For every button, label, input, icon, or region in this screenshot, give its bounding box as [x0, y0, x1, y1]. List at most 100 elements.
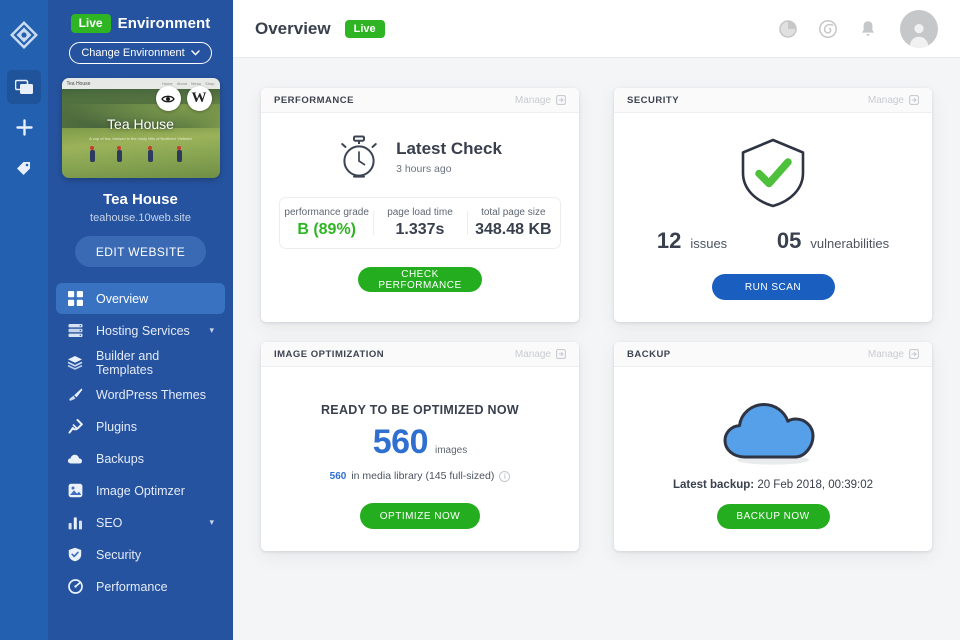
- edit-website-button[interactable]: EDIT WEBSITE: [75, 236, 206, 267]
- change-environment-button[interactable]: Change Environment: [69, 42, 212, 64]
- card-body: Latest Check 3 hours ago performance gra…: [261, 113, 579, 322]
- environment-row: Live Environment: [70, 14, 211, 33]
- wordpress-icon: W: [191, 90, 207, 106]
- chevron-down-icon[interactable]: ▾: [209, 517, 214, 528]
- rail-item-tags[interactable]: [7, 150, 41, 184]
- preview-site-button[interactable]: [155, 86, 181, 111]
- brush-icon: [65, 387, 85, 403]
- security-stat-issues: 12 issues: [657, 228, 727, 254]
- card-image-optimization: IMAGE OPTIMIZATION Manage READY TO BE OP…: [261, 342, 579, 551]
- sidebar-item-label: Backups: [96, 451, 144, 466]
- sidebar-item-label: Overview: [96, 291, 149, 306]
- bar-chart-icon: [65, 515, 85, 531]
- latest-check-heading: Latest Check: [396, 139, 502, 158]
- card-title: SECURITY: [627, 94, 680, 106]
- status-badge: Live: [344, 19, 385, 38]
- sidebar-item-seo[interactable]: SEO ▾: [56, 507, 225, 538]
- backup-now-button[interactable]: BACKUP NOW: [716, 504, 830, 529]
- metric-value: B (89%): [297, 221, 356, 238]
- gauge-icon: [65, 579, 85, 595]
- image-optimization-title: READY TO BE OPTIMIZED NOW: [320, 403, 520, 417]
- optimizable-count: 560: [372, 423, 429, 461]
- open-external-icon: [909, 349, 919, 359]
- environment-label: Environment: [117, 15, 211, 32]
- manage-performance-link[interactable]: Manage: [515, 95, 566, 106]
- grid-icon: [65, 291, 85, 307]
- metric-label: page load time: [387, 207, 453, 218]
- sidebar-item-label: Image Optimzer: [96, 483, 185, 498]
- sidebar-item-performance[interactable]: Performance: [56, 571, 225, 602]
- optimize-now-button[interactable]: OPTIMIZE NOW: [360, 503, 480, 529]
- latest-check-text: Latest Check 3 hours ago: [396, 139, 502, 175]
- check-performance-button[interactable]: CHECK PERFORMANCE: [358, 267, 482, 292]
- latest-check-row: Latest Check 3 hours ago: [338, 135, 502, 179]
- pie-chart-icon[interactable]: [778, 19, 798, 39]
- websites-icon: [14, 79, 33, 94]
- avatar[interactable]: [900, 9, 938, 48]
- website-thumbnail[interactable]: Tea House Home About Menu Shop Tea House…: [61, 78, 220, 178]
- open-external-icon: [909, 95, 919, 105]
- sidebar: Live Environment Change Environment Tea …: [48, 0, 233, 640]
- latest-backup-timestamp: 20 Feb 2018, 00:39:02: [757, 479, 874, 491]
- stat-label: vulnerabilities: [810, 236, 890, 251]
- stat-label: issues: [690, 236, 728, 251]
- cloud-icon: [65, 451, 85, 467]
- manage-image-optimization-link[interactable]: Manage: [515, 349, 566, 360]
- page-title: Overview: [255, 18, 331, 38]
- media-library-note: 560 in media library (145 full-sized) i: [330, 470, 511, 482]
- info-icon[interactable]: i: [499, 470, 511, 482]
- wordpress-admin-button[interactable]: W: [186, 86, 212, 111]
- card-body: READY TO BE OPTIMIZED NOW 560 images 560…: [261, 367, 579, 551]
- run-scan-button[interactable]: RUN SCAN: [711, 274, 835, 300]
- cards-grid: PERFORMANCE Manage Latest Check 3 hours …: [261, 88, 932, 551]
- optimizable-unit: images: [434, 445, 468, 456]
- sidebar-item-overview[interactable]: Overview: [56, 283, 225, 314]
- media-library-count: 560: [329, 470, 347, 482]
- bell-icon[interactable]: [858, 19, 878, 39]
- user-avatar-icon: [909, 23, 929, 48]
- metric-total-page-size: total page size 348.48 KB: [466, 207, 560, 239]
- sidebar-item-label: Plugins: [96, 419, 137, 434]
- icon-rail: [0, 0, 48, 640]
- rail-item-websites[interactable]: [7, 70, 41, 104]
- card-title: IMAGE OPTIMIZATION: [274, 348, 385, 360]
- image-icon: [65, 483, 85, 499]
- sidebar-item-image-optimizer[interactable]: Image Optimzer: [56, 475, 225, 506]
- rail-item-add[interactable]: [7, 110, 41, 144]
- sidebar-item-security[interactable]: Security: [56, 539, 225, 570]
- chevron-down-icon: [190, 50, 200, 56]
- main-area: Overview Live PERFORMANCE Manage Latest …: [233, 0, 960, 640]
- media-library-text: in media library (145 full-sized): [351, 470, 495, 482]
- card-title: PERFORMANCE: [274, 94, 354, 106]
- metric-value: 348.48 KB: [475, 221, 552, 238]
- manage-security-link[interactable]: Manage: [868, 95, 919, 106]
- metric-page-load-time: page load time 1.337s: [373, 207, 466, 239]
- spiral-icon[interactable]: [818, 19, 838, 39]
- card-performance: PERFORMANCE Manage Latest Check 3 hours …: [261, 88, 579, 322]
- chevron-down-icon[interactable]: ▾: [209, 325, 214, 336]
- metric-performance-grade: performance grade B (89%): [280, 207, 373, 239]
- sidebar-item-plugins[interactable]: Plugins: [56, 411, 225, 442]
- tag-icon: [17, 161, 30, 175]
- sidebar-item-wordpress-themes[interactable]: WordPress Themes: [56, 379, 225, 410]
- card-security: SECURITY Manage 12 issues 05 vulnerabili…: [614, 88, 932, 322]
- sidebar-item-hosting-services[interactable]: Hosting Services ▾: [56, 315, 225, 346]
- card-backup: BACKUP Manage Latest backup: 20 Feb 2018…: [614, 342, 932, 551]
- diamond-logo[interactable]: [7, 18, 41, 52]
- latest-backup-label: Latest backup:: [672, 479, 755, 491]
- sidebar-item-backups[interactable]: Backups: [56, 443, 225, 474]
- card-header: PERFORMANCE Manage: [261, 88, 579, 113]
- card-header: BACKUP Manage: [614, 342, 932, 367]
- card-header: IMAGE OPTIMIZATION Manage: [261, 342, 579, 367]
- site-url: teahouse.10web.site: [90, 212, 191, 224]
- shield-icon: [65, 547, 85, 563]
- manage-label: Manage: [514, 94, 551, 106]
- environment-badge: Live: [70, 14, 111, 33]
- sidebar-item-builder-and-templates[interactable]: Builder and Templates: [56, 347, 225, 378]
- topbar: Overview Live: [233, 0, 960, 58]
- manage-backup-link[interactable]: Manage: [868, 349, 919, 360]
- topbar-actions: [778, 9, 938, 48]
- thumbnail-site-label: Tea House: [66, 80, 91, 87]
- thumbnail-figures: [62, 136, 220, 162]
- plug-icon: [65, 419, 85, 435]
